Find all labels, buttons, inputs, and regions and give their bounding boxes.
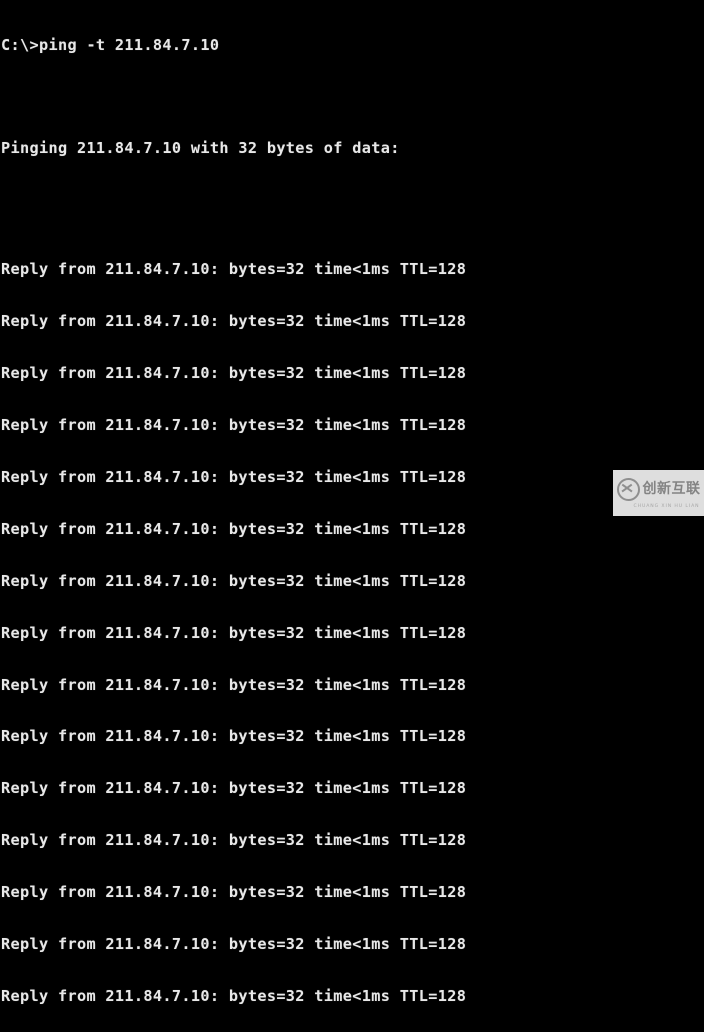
reply-line: Reply from 211.84.7.10: bytes=32 time<1m… xyxy=(1,884,467,902)
reply-line: Reply from 211.84.7.10: bytes=32 time<1m… xyxy=(1,832,467,850)
reply-line: Reply from 211.84.7.10: bytes=32 time<1m… xyxy=(1,313,467,331)
reply-line: Reply from 211.84.7.10: bytes=32 time<1m… xyxy=(1,728,467,746)
watermark-overlay: 创新互联 CHUANG XIN HU LIAN xyxy=(613,470,704,516)
circle-x-logo-icon xyxy=(616,477,640,501)
watermark-row: 创新互联 xyxy=(616,477,701,501)
watermark-pinyin-text: CHUANG XIN HU LIAN xyxy=(633,503,700,509)
reply-line: Reply from 211.84.7.10: bytes=32 time<1m… xyxy=(1,987,467,1005)
command-prompt-line: C:\>ping -t 211.84.7.10 xyxy=(1,36,220,54)
reply-line: Reply from 211.84.7.10: bytes=32 time<1m… xyxy=(1,520,467,538)
reply-line: Reply from 211.84.7.10: bytes=32 time<1m… xyxy=(1,780,467,798)
reply-line: Reply from 211.84.7.10: bytes=32 time<1m… xyxy=(1,572,467,590)
reply-line: Reply from 211.84.7.10: bytes=32 time<1m… xyxy=(1,624,467,642)
reply-line: Reply from 211.84.7.10: bytes=32 time<1m… xyxy=(1,261,467,279)
reply-line: Reply from 211.84.7.10: bytes=32 time<1m… xyxy=(1,469,467,487)
reply-line: Reply from 211.84.7.10: bytes=32 time<1m… xyxy=(1,676,467,694)
watermark-chinese-text: 创新互联 xyxy=(642,481,701,497)
reply-line: Reply from 211.84.7.10: bytes=32 time<1m… xyxy=(1,417,467,435)
terminal-console[interactable]: C:\>ping -t 211.84.7.10 Pinging 211.84.7… xyxy=(0,0,704,1005)
reply-line: Reply from 211.84.7.10: bytes=32 time<1m… xyxy=(1,936,467,954)
reply-line: Reply from 211.84.7.10: bytes=32 time<1m… xyxy=(1,365,467,383)
ping-header-line: Pinging 211.84.7.10 with 32 bytes of dat… xyxy=(1,140,400,158)
